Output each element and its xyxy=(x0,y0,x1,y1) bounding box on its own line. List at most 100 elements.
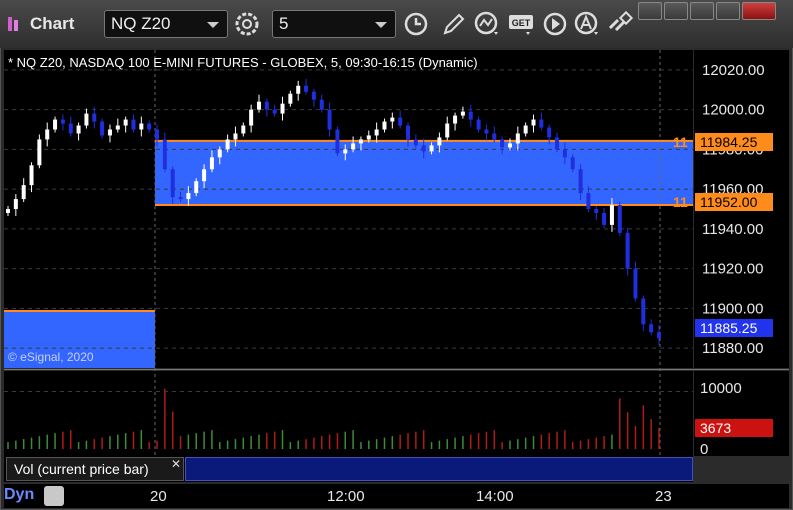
candle-body xyxy=(492,133,497,140)
candle-body xyxy=(45,129,50,140)
candle-body xyxy=(366,135,371,140)
candle-body xyxy=(657,332,661,339)
candle-body xyxy=(123,119,128,126)
price-axis-label: 11900.00 xyxy=(702,300,763,317)
last-volume-tag: 3673 xyxy=(695,419,773,437)
chart-header: * NQ Z20, NASDAQ 100 E-MINI FUTURES - GL… xyxy=(8,55,478,70)
level-low-left-tag: 11 xyxy=(673,194,688,210)
candle-body xyxy=(319,99,324,110)
candle-body xyxy=(241,125,246,134)
candle-body xyxy=(68,123,73,134)
volume-legend[interactable]: Vol (current price bar) xyxy=(6,457,184,481)
lock-icon[interactable] xyxy=(44,486,64,506)
candle-body xyxy=(649,324,654,333)
candle-body xyxy=(437,137,442,146)
price-axis-label: 12020.00 xyxy=(702,62,765,79)
dynamic-mode-label[interactable]: Dyn xyxy=(4,486,34,504)
candle-body xyxy=(547,127,552,138)
candle-body xyxy=(445,123,450,138)
candle-body xyxy=(429,145,434,152)
candle-body xyxy=(586,193,591,209)
time-label-20: 20 xyxy=(150,488,167,505)
close-icon[interactable]: ✕ xyxy=(171,457,181,471)
candle-body xyxy=(460,111,465,116)
candle-body xyxy=(500,139,505,148)
candle-body xyxy=(256,101,261,110)
candle-body xyxy=(60,119,65,124)
copyright-text: © eSignal, 2020 xyxy=(8,350,94,364)
candle-body xyxy=(107,129,112,136)
candle-body xyxy=(264,101,269,110)
candle-body xyxy=(186,193,191,200)
candle-body xyxy=(351,143,356,150)
candle-body xyxy=(453,115,458,124)
price-axis-label: 11920.00 xyxy=(702,261,763,278)
candle-body xyxy=(523,125,528,134)
candle-body xyxy=(53,119,58,130)
candle-body xyxy=(390,117,395,122)
candle-body xyxy=(413,139,418,146)
candle-body xyxy=(484,129,489,134)
candle-body xyxy=(570,157,575,170)
candle-body xyxy=(476,119,481,130)
candle-body xyxy=(358,139,363,144)
level-low-price-tag: 11952.00 xyxy=(695,193,773,211)
candle-body xyxy=(100,121,105,136)
volume-axis-label-10000: 10000 xyxy=(700,380,742,397)
candle-body xyxy=(539,119,544,128)
candle-body xyxy=(155,129,160,140)
candle-body xyxy=(272,109,277,114)
candle-body xyxy=(178,197,183,200)
candle-body xyxy=(343,149,348,154)
candle-body xyxy=(562,149,567,158)
candle-body xyxy=(327,109,332,130)
candle-body xyxy=(288,93,293,104)
level-high-price-tag: 11984.25 xyxy=(695,133,773,151)
volume-axis-label-0: 0 xyxy=(700,441,709,458)
candle-body xyxy=(233,133,238,140)
candle-body xyxy=(76,125,81,134)
candle-body xyxy=(406,125,411,140)
level-high-left-tag: 11 xyxy=(673,134,688,150)
price-axis-label: 11940.00 xyxy=(702,221,763,238)
candle-body xyxy=(311,91,316,100)
candle-body xyxy=(225,139,230,150)
candle-body xyxy=(170,169,175,198)
candle-body xyxy=(421,145,426,152)
candle-body xyxy=(531,119,536,126)
candle-body xyxy=(6,209,10,213)
candle-body xyxy=(162,139,167,170)
candle-body xyxy=(335,129,340,154)
candle-body xyxy=(515,133,520,144)
price-axis-label: 11880.00 xyxy=(702,340,763,357)
candle-body xyxy=(92,113,97,122)
candle-body xyxy=(555,137,560,150)
candle-body xyxy=(602,212,607,225)
candle-body xyxy=(609,205,614,225)
candle-body xyxy=(84,113,89,126)
candle-body xyxy=(29,165,34,186)
candle-body xyxy=(633,268,638,299)
candle-body xyxy=(217,149,222,158)
candle-body xyxy=(507,143,512,148)
candle-body xyxy=(625,232,630,269)
candle-body xyxy=(139,123,144,130)
candle-body xyxy=(382,121,387,130)
candle-body xyxy=(131,119,136,130)
candle-body xyxy=(641,298,646,325)
candle-body xyxy=(209,157,214,170)
candle-body xyxy=(594,209,599,213)
time-label-1400: 14:00 xyxy=(476,488,514,505)
candle-body xyxy=(280,103,285,114)
price-axis-label: 12000.00 xyxy=(702,102,765,119)
candle-body xyxy=(398,117,403,126)
candle-body xyxy=(468,111,473,120)
candle-body xyxy=(578,169,583,194)
candle-body xyxy=(13,199,18,209)
candle-body xyxy=(617,205,622,233)
candle-body xyxy=(147,123,152,130)
chart-canvas[interactable]: 12020.0012000.0011980.0011960.0011940.00… xyxy=(0,0,793,510)
candle-body xyxy=(304,85,309,92)
candle-body xyxy=(115,125,120,130)
time-label-1200: 12:00 xyxy=(327,488,365,505)
